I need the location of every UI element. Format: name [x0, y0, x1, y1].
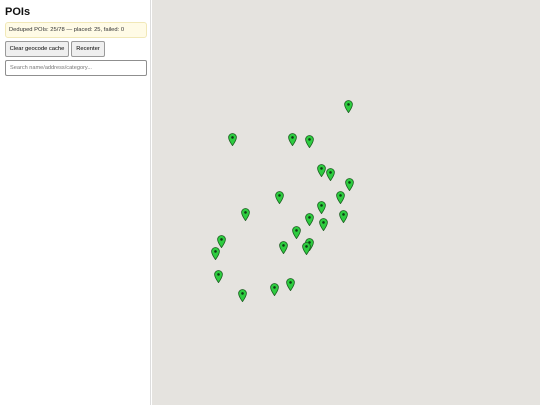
map-pin-icon[interactable]: [301, 242, 311, 255]
sidebar: POIs Deduped POIs: 25/78 — placed: 25, f…: [0, 0, 151, 405]
map-pin-icon[interactable]: [344, 178, 354, 191]
map-pin-icon[interactable]: [338, 210, 348, 223]
status-banner: Deduped POIs: 25/78 — placed: 25, failed…: [5, 22, 147, 38]
map-pin-icon[interactable]: [287, 133, 297, 146]
map-pin-icon[interactable]: [237, 289, 247, 302]
map-pin-icon[interactable]: [318, 218, 328, 231]
recenter-button[interactable]: Recenter: [71, 41, 105, 57]
map-pin-icon[interactable]: [210, 247, 220, 260]
map-pin-icon[interactable]: [240, 208, 250, 221]
map-pin-icon[interactable]: [304, 213, 314, 226]
map-pin-icon[interactable]: [213, 270, 223, 283]
map-pin-icon[interactable]: [274, 191, 284, 204]
map-pin-icon[interactable]: [269, 283, 279, 296]
map-pin-icon[interactable]: [335, 191, 345, 204]
map-pin-icon[interactable]: [343, 100, 353, 113]
map-pin-icon[interactable]: [278, 241, 288, 254]
map-pin-icon[interactable]: [285, 278, 295, 291]
clear-geocode-cache-button[interactable]: Clear geocode cache: [5, 41, 69, 57]
map-canvas[interactable]: [152, 0, 540, 405]
map-pin-icon[interactable]: [316, 201, 326, 214]
search-input[interactable]: [5, 60, 147, 76]
map-pin-icon[interactable]: [304, 135, 314, 148]
page-title: POIs: [5, 6, 31, 18]
map-pin-icon[interactable]: [316, 164, 326, 177]
map-pin-icon[interactable]: [325, 168, 335, 181]
map-pin-icon[interactable]: [291, 226, 301, 239]
map-pin-icon[interactable]: [227, 133, 237, 146]
